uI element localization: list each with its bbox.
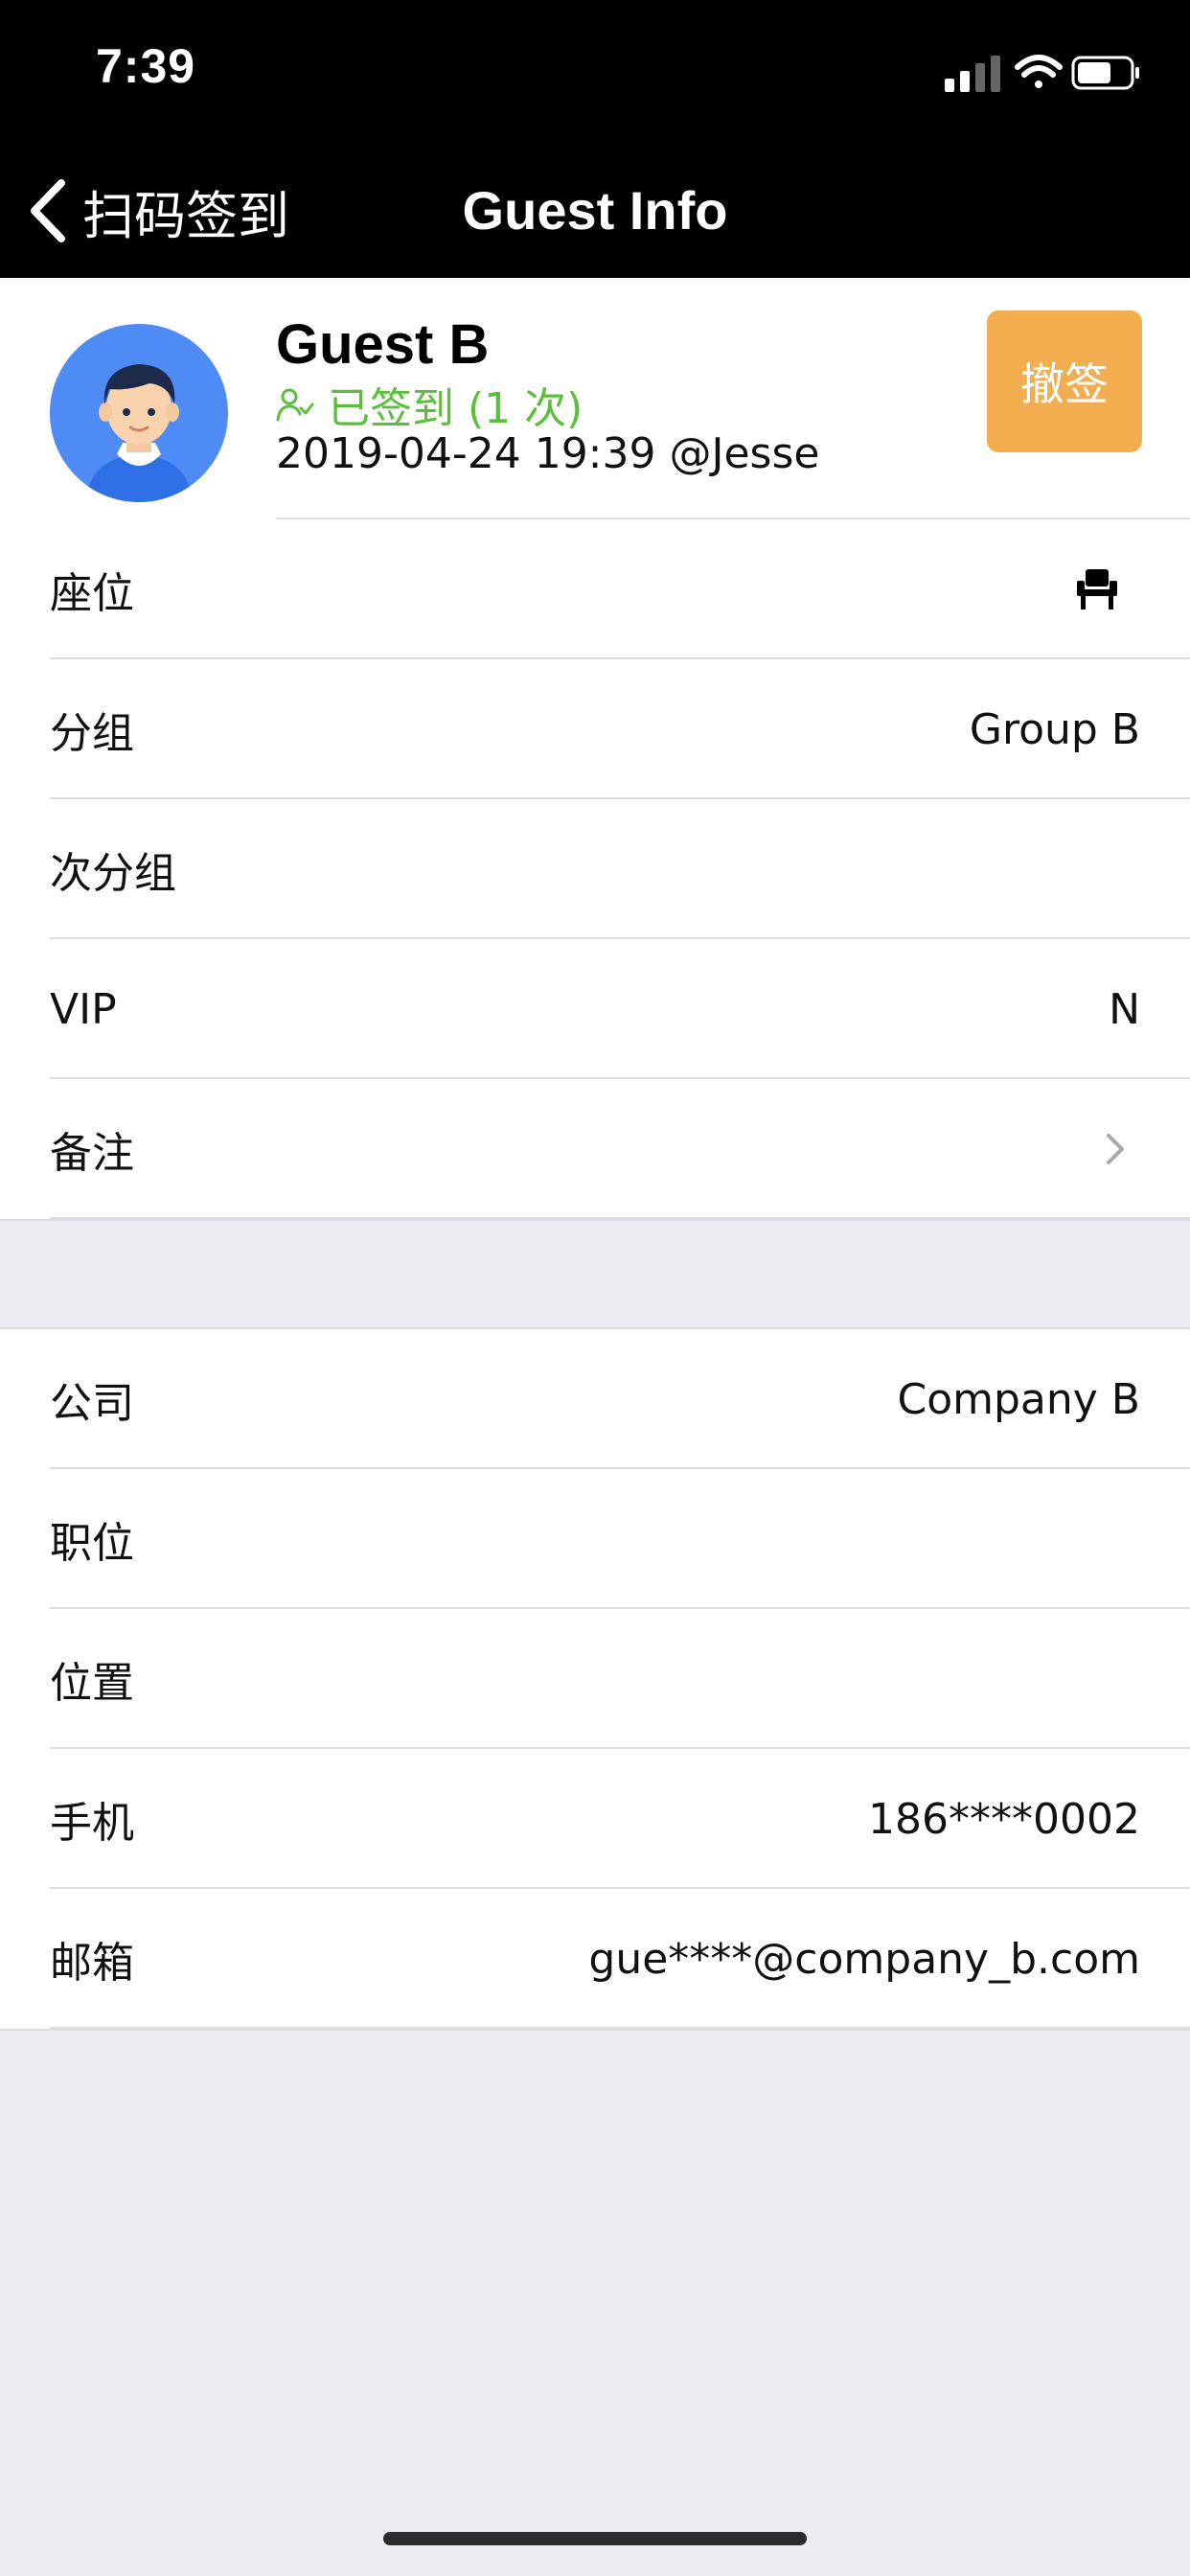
notes-label: 备注: [50, 1129, 134, 1178]
person-avatar-icon: [50, 324, 228, 502]
checkin-time: 2019-04-24 19:39 @Jesse: [276, 429, 820, 478]
group-row[interactable]: 分组 Group B: [0, 659, 1190, 799]
location-label: 位置: [50, 1659, 134, 1708]
group-label: 分组: [50, 709, 134, 758]
company-value: Company B: [897, 1374, 1141, 1424]
guest-name: Guest B: [276, 313, 490, 376]
checkin-status-text: 已签到 (1 次): [328, 384, 584, 433]
email-row[interactable]: 邮箱 gue****@company_b.com: [0, 1889, 1190, 2029]
mobile-label: 手机: [50, 1799, 134, 1848]
vip-value: N: [1109, 984, 1140, 1034]
vip-label: VIP: [50, 984, 117, 1034]
company-label: 公司: [50, 1379, 134, 1428]
location-row[interactable]: 位置: [0, 1609, 1190, 1749]
divider: [0, 2029, 1190, 2031]
position-label: 职位: [50, 1519, 134, 1568]
cellular-signal-icon: [945, 56, 1000, 92]
chevron-right-icon: [1107, 1134, 1124, 1164]
user-check-icon: [276, 388, 314, 422]
revoke-checkin-button[interactable]: 撤签: [987, 310, 1142, 452]
mobile-row[interactable]: 手机 186****0002: [0, 1749, 1190, 1889]
divider: [0, 1219, 1190, 1221]
checkin-status: 已签到 (1 次): [276, 376, 583, 433]
page-title: Guest Info: [462, 180, 728, 241]
vip-row[interactable]: VIP N: [0, 939, 1190, 1079]
subgroup-label: 次分组: [50, 849, 176, 898]
nav-bar: 扫码签到 Guest Info: [0, 144, 1190, 278]
subgroup-row[interactable]: 次分组: [0, 799, 1190, 939]
details-group: 座位 分组 Group B 次分组 VIP N 备注: [0, 519, 1190, 1221]
notes-row[interactable]: 备注: [0, 1079, 1190, 1219]
seat-icon: [1077, 569, 1117, 610]
battery-icon: [1071, 56, 1139, 90]
company-row[interactable]: 公司 Company B: [0, 1329, 1190, 1469]
mobile-value: 186****0002: [868, 1794, 1140, 1844]
status-bar: 7:39: [0, 0, 1190, 144]
status-icons: [941, 50, 1142, 98]
wifi-icon: [1015, 55, 1063, 88]
email-label: 邮箱: [50, 1939, 134, 1988]
group-value: Group B: [969, 704, 1140, 754]
seat-row[interactable]: 座位: [0, 519, 1190, 659]
email-value: gue****@company_b.com: [588, 1934, 1140, 1984]
home-indicator[interactable]: [383, 2532, 807, 2545]
contact-group: 公司 Company B 职位 位置 手机 186****0002 邮箱 gue…: [0, 1327, 1190, 2031]
guest-header: Guest B 已签到 (1 次) 2019-04-24 19:39 @Jess…: [0, 278, 1190, 519]
status-time: 7:39: [96, 39, 196, 93]
position-row[interactable]: 职位: [0, 1469, 1190, 1609]
seat-label: 座位: [50, 569, 134, 618]
avatar: [50, 324, 228, 502]
